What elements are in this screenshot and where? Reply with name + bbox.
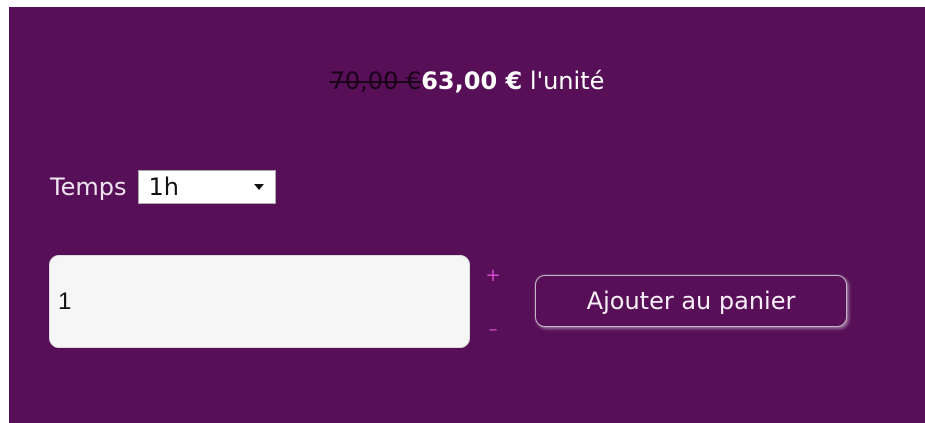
price-unit-label: l'unité xyxy=(522,67,605,95)
original-price: 70,00 € xyxy=(329,67,422,95)
quantity-input[interactable] xyxy=(49,255,470,348)
time-option-row: Temps 1h xyxy=(50,167,277,207)
chevron-down-icon xyxy=(254,184,265,190)
product-purchase-panel: 70,00 €63,00 € l'unité Temps 1h + – Ajou… xyxy=(9,7,925,423)
add-to-cart-button[interactable]: Ajouter au panier xyxy=(535,275,847,327)
time-select-value: 1h xyxy=(148,173,179,201)
time-select[interactable]: 1h xyxy=(138,170,277,204)
price-line: 70,00 €63,00 € l'unité xyxy=(9,65,925,97)
decrement-button[interactable]: – xyxy=(485,321,501,339)
quantity-stepper: + – xyxy=(485,267,501,347)
increment-button[interactable]: + xyxy=(485,267,501,285)
time-option-label: Temps xyxy=(50,173,127,201)
discounted-price: 63,00 € xyxy=(421,67,523,95)
